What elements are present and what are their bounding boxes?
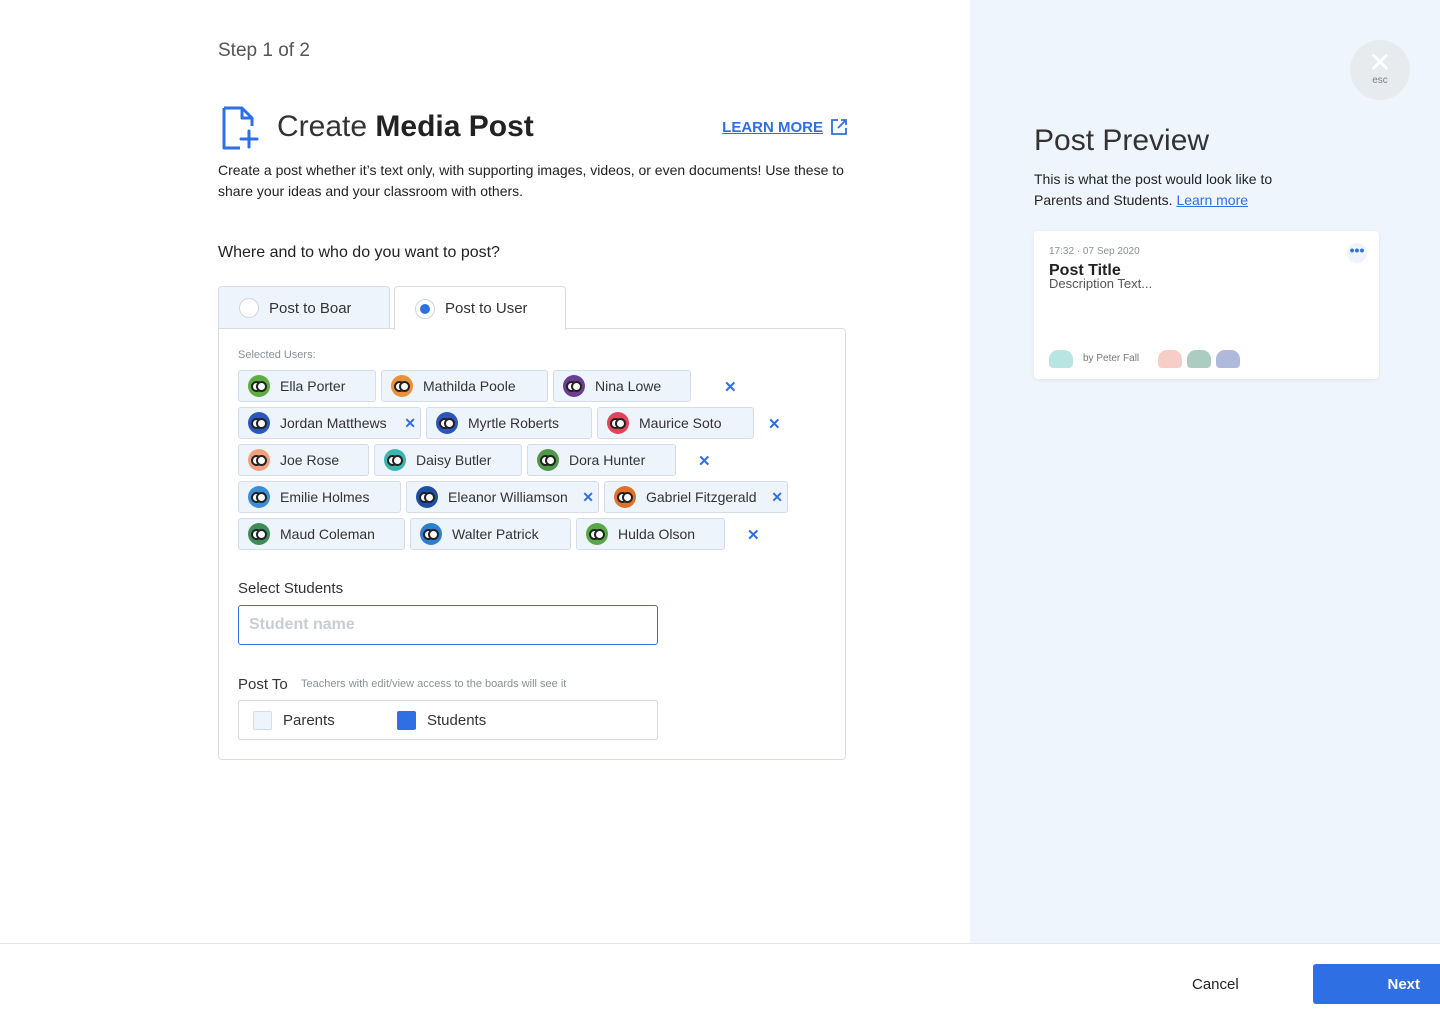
user-chip-name: Hulda Olson [618, 526, 696, 542]
tab-post-to-board[interactable]: Post to Board [218, 286, 390, 329]
user-chip[interactable]: Gabriel Fitzgerald ✕ [604, 481, 788, 513]
remove-user-icon[interactable]: ✕ [768, 415, 781, 433]
user-chip[interactable]: Emilie Holmes [238, 481, 401, 513]
avatar [614, 486, 636, 508]
avatar [416, 486, 438, 508]
user-chip[interactable]: Hulda Olson [576, 518, 725, 550]
author-avatar [1049, 350, 1073, 368]
post-to-label: Post To [238, 676, 288, 693]
avatar [384, 449, 406, 471]
viewer-avatar [1216, 350, 1240, 368]
students-checkbox-label: Students [427, 712, 487, 729]
user-chip-name: Emilie Holmes [280, 489, 370, 505]
tab-post-to-board-label: Post to Board [269, 299, 351, 317]
user-chip[interactable]: Eleanor Williamson ✕ [406, 481, 599, 513]
viewer-avatar [1187, 350, 1211, 368]
user-chip-name: Ella Porter [280, 378, 346, 394]
close-icon: ✕ [1368, 47, 1392, 78]
avatar [563, 375, 585, 397]
avatar [248, 412, 270, 434]
selected-users-label: Selected Users: [238, 349, 316, 361]
post-date: 17:32 · 07 Sep 2020 [1049, 246, 1140, 257]
user-chip[interactable]: Walter Patrick [410, 518, 571, 550]
parents-checkbox-label: Parents [283, 712, 335, 729]
user-chip[interactable]: Dora Hunter [527, 444, 676, 476]
intro-text: Create a post whether it’s text only, wi… [218, 162, 844, 199]
user-chip[interactable]: Maurice Soto [597, 407, 754, 439]
preview-description: This is what the post would look like to… [1034, 169, 1314, 211]
users-radio[interactable] [415, 298, 435, 319]
esc-label: esc [1372, 75, 1388, 86]
external-link-icon [831, 119, 847, 135]
avatar [420, 523, 442, 545]
avatar [436, 412, 458, 434]
cancel-button[interactable]: Cancel [1192, 976, 1239, 993]
user-chip-name: Walter Patrick [452, 526, 539, 542]
user-chip-name: Maud Coleman [280, 526, 375, 542]
avatar [607, 412, 629, 434]
user-chip[interactable]: Mathilda Poole [381, 370, 548, 402]
avatar [248, 375, 270, 397]
avatar [248, 523, 270, 545]
user-chip-name: Dora Hunter [569, 452, 646, 468]
remove-user-icon[interactable]: ✕ [404, 415, 416, 432]
user-chip-name: Eleanor Williamson [448, 489, 568, 505]
remove-user-icon[interactable]: ✕ [724, 378, 737, 396]
remove-user-icon[interactable]: ✕ [582, 489, 594, 506]
tab-post-to-users-label: Post to Users [445, 300, 527, 317]
avatar [586, 523, 608, 545]
post-author: by Peter Fall [1083, 353, 1140, 364]
new-file-icon [222, 106, 259, 150]
user-chip[interactable]: Joe Rose [238, 444, 369, 476]
preview-learn-more-link[interactable]: Learn more [1176, 192, 1248, 208]
students-checkbox[interactable] [397, 711, 416, 730]
user-chip[interactable]: Myrtle Roberts [426, 407, 592, 439]
remove-user-icon[interactable]: ✕ [771, 489, 783, 506]
remove-user-icon[interactable]: ✕ [747, 526, 760, 544]
parents-checkbox[interactable] [253, 711, 272, 730]
next-button[interactable]: Next [1313, 964, 1440, 1004]
student-name-input[interactable] [238, 605, 658, 645]
user-chip[interactable]: Maud Coleman [238, 518, 405, 550]
more-options-icon[interactable]: ••• [1347, 243, 1367, 263]
viewer-avatar [1158, 350, 1182, 368]
avatar [391, 375, 413, 397]
user-chip[interactable]: Daisy Butler [374, 444, 522, 476]
user-chip-name: Myrtle Roberts [468, 415, 560, 431]
board-radio[interactable] [239, 298, 259, 318]
user-chip-name: Gabriel Fitzgerald [646, 489, 757, 505]
remove-user-icon[interactable]: ✕ [698, 452, 711, 470]
user-chip-name: Daisy Butler [416, 452, 492, 468]
audience-question: Where and to who do you want to post? [218, 244, 500, 261]
learn-more-label: LEARN MORE [722, 118, 823, 136]
user-chip-name: Jordan Matthews [280, 415, 387, 431]
post-preview-card: 17:32 · 07 Sep 2020 Post Title Descripti… [1034, 231, 1379, 379]
step-indicator: Step 1 of 2 [218, 40, 310, 61]
avatar [537, 449, 559, 471]
user-chip-name: Maurice Soto [639, 415, 722, 431]
post-to-hint: Teachers with edit/view access to the bo… [301, 678, 567, 690]
tab-post-to-users[interactable]: Post to Users [394, 286, 566, 330]
learn-more-link[interactable]: LEARN MORE [722, 118, 848, 136]
select-students-label: Select Students [238, 580, 344, 597]
post-description: Description Text... [1049, 276, 1153, 291]
user-chip[interactable]: Ella Porter [238, 370, 376, 402]
avatar [248, 486, 270, 508]
user-chip[interactable]: Jordan Matthews ✕ [238, 407, 421, 439]
close-button[interactable]: ✕ esc [1350, 40, 1410, 100]
user-chip-name: Joe Rose [280, 452, 340, 468]
user-chip[interactable]: Nina Lowe [553, 370, 691, 402]
page-title: Create Media Post [277, 110, 534, 143]
user-chip-name: Mathilda Poole [423, 378, 516, 394]
preview-title: Post Preview [1034, 124, 1210, 157]
title-row: Create Media Post LEARN MORE [218, 104, 848, 154]
user-chip-name: Nina Lowe [595, 378, 662, 394]
avatar [248, 449, 270, 471]
